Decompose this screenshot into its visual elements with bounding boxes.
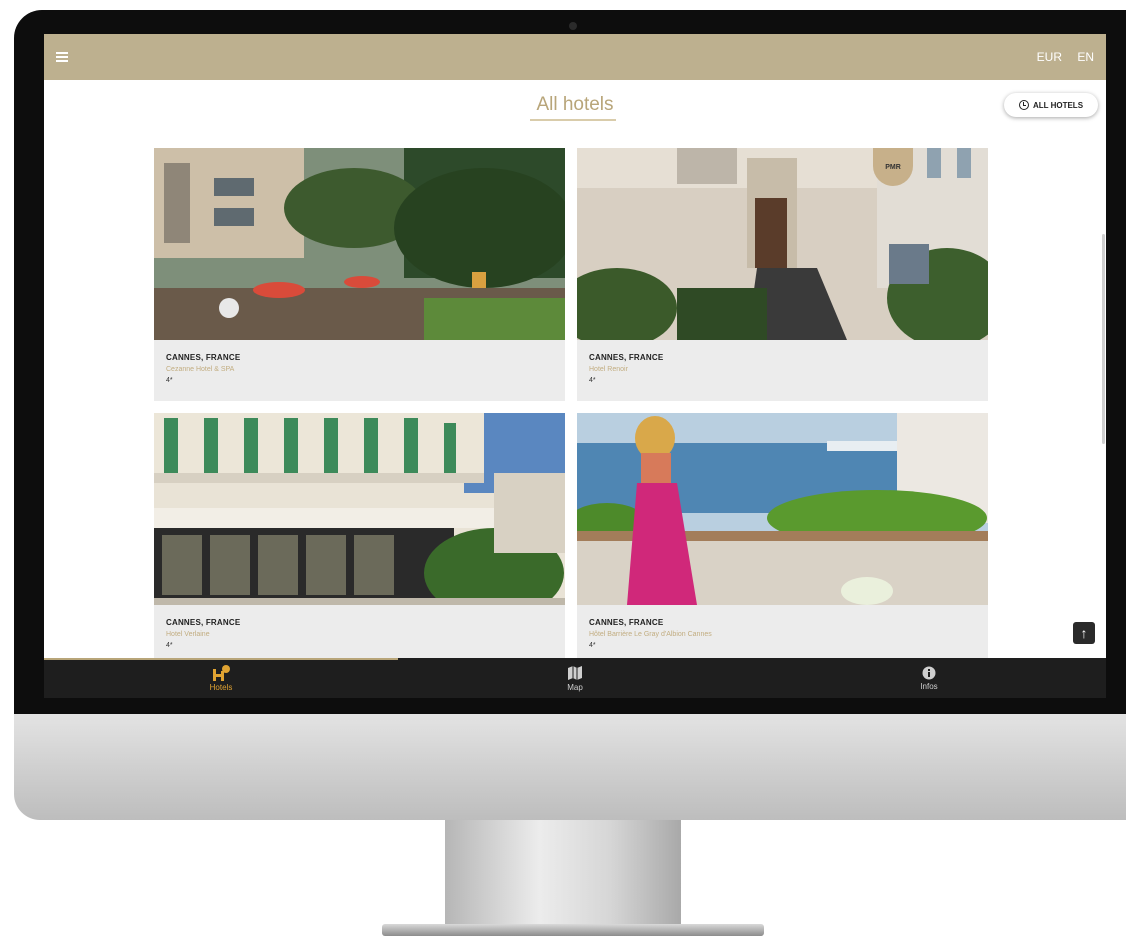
hotel-name[interactable]: Hotel Verlaine: [166, 631, 240, 638]
map-icon: [568, 665, 582, 680]
hotel-city: CANNES, FRANCE: [166, 618, 241, 627]
monitor-base: [382, 924, 764, 936]
title-underline: [530, 119, 616, 121]
scroll-to-top-button[interactable]: ↑: [1073, 622, 1095, 644]
nav-infos[interactable]: Infos: [752, 658, 1106, 698]
hotel-info: CANNES, FRANCE Cezanne Hotel & SPA 4*: [166, 353, 240, 384]
hotel-card[interactable]: PMR CANNES, FRANCE Hotel Renoir 4*: [577, 148, 988, 401]
hotel-icon: [213, 664, 230, 681]
nav-hotels[interactable]: Hotels: [44, 658, 398, 698]
currency-selector[interactable]: EUR: [1037, 50, 1062, 64]
hamburger-icon[interactable]: [56, 52, 68, 62]
hotel-city: CANNES, FRANCE: [589, 618, 664, 627]
hotel-stars: 4*: [589, 377, 596, 384]
nav-map[interactable]: Map: [398, 658, 752, 698]
app-screen: EUR EN All hotels ALL HOTELS CANNES, FRA…: [44, 34, 1106, 698]
clock-icon: [1018, 100, 1029, 110]
scrollbar[interactable]: [1102, 234, 1105, 444]
all-hotels-button[interactable]: ALL HOTELS: [1004, 93, 1098, 117]
all-hotels-button-label: ALL HOTELS: [1032, 100, 1084, 110]
top-bar: EUR EN: [44, 34, 1106, 80]
info-icon: [922, 666, 936, 679]
language-selector[interactable]: EN: [1077, 50, 1094, 64]
hotel-photo[interactable]: PMR: [577, 148, 988, 340]
arrow-up-icon: ↑: [1080, 625, 1088, 641]
hotel-photo[interactable]: [154, 413, 565, 605]
hotel-stars: 4*: [166, 377, 173, 384]
hotel-card[interactable]: CANNES, FRANCE Hotel Verlaine 4*: [154, 413, 565, 659]
hotel-city: CANNES, FRANCE: [589, 353, 664, 362]
hotel-card[interactable]: CANNES, FRANCE Hôtel Barrière Le Gray d'…: [577, 413, 988, 659]
hotel-photo[interactable]: [154, 148, 565, 340]
hotel-info: CANNES, FRANCE Hotel Verlaine 4*: [166, 618, 240, 649]
hotel-stars: 4*: [166, 642, 173, 649]
hotel-name[interactable]: Hôtel Barrière Le Gray d'Albion Cannes: [589, 631, 712, 638]
hotel-stars: 4*: [589, 642, 596, 649]
nav-map-label: Map: [567, 682, 583, 692]
hotel-info: CANNES, FRANCE Hôtel Barrière Le Gray d'…: [589, 618, 712, 649]
bottom-navigation: Hotels Map Infos: [44, 658, 1106, 698]
nav-hotels-label: Hotels: [209, 682, 233, 692]
hotel-city: CANNES, FRANCE: [166, 353, 241, 362]
monitor-chin: [14, 714, 1126, 820]
hotel-photo[interactable]: [577, 413, 988, 605]
hotel-name[interactable]: Cezanne Hotel & SPA: [166, 366, 240, 373]
nav-infos-label: Infos: [920, 681, 938, 691]
monitor-stand: [445, 820, 681, 926]
hotel-info: CANNES, FRANCE Hotel Renoir 4*: [589, 353, 663, 384]
hotel-name[interactable]: Hotel Renoir: [589, 366, 663, 373]
webcam: [569, 22, 577, 30]
page-title: All hotels: [536, 94, 614, 115]
hotel-card[interactable]: CANNES, FRANCE Cezanne Hotel & SPA 4*: [154, 148, 565, 401]
